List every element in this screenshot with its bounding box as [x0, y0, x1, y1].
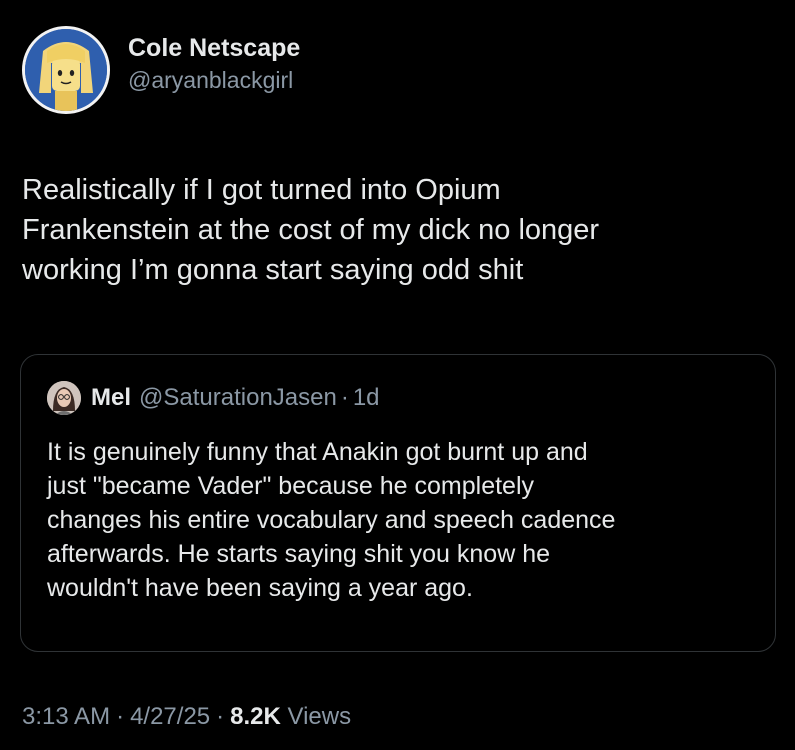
metadata-separator: ·: [216, 703, 225, 730]
quote-timestamp[interactable]: 1d: [353, 383, 380, 413]
profile-photo-icon: [47, 381, 81, 415]
author-names: Cole Netscape @aryanblackgirl: [128, 33, 300, 95]
tweet-text: Realistically if I got turned into Opium…: [22, 174, 600, 286]
quoted-tweet-header: Mel @SaturationJasen · 1d: [47, 381, 380, 415]
quote-separator: ·: [340, 384, 349, 411]
post-time[interactable]: 3:13 AM: [22, 703, 110, 730]
author-avatar[interactable]: [22, 26, 110, 114]
quoted-tweet-text: It is genuinely funny that Anakin got bu…: [47, 438, 616, 602]
quoted-tweet[interactable]: Mel @SaturationJasen · 1d It is genuinel…: [20, 354, 776, 652]
quote-author-handle[interactable]: @SaturationJasen: [139, 383, 337, 413]
author-display-name[interactable]: Cole Netscape: [128, 33, 300, 63]
views-count[interactable]: 8.2K: [230, 703, 281, 730]
tweet-metadata: 3:13 AM · 4/27/25 · 8.2K Views: [22, 702, 351, 732]
lego-minifigure-icon: [25, 29, 107, 111]
views-label: Views: [287, 703, 352, 730]
author-handle[interactable]: @aryanblackgirl: [128, 65, 300, 95]
quote-author-avatar[interactable]: [47, 381, 81, 415]
quote-author-name[interactable]: Mel: [91, 383, 131, 413]
tweet-header: Cole Netscape @aryanblackgirl: [22, 26, 300, 114]
tweet-card: Cole Netscape @aryanblackgirl Realistica…: [0, 0, 795, 750]
post-date[interactable]: 4/27/25: [130, 703, 210, 730]
metadata-separator: ·: [116, 703, 125, 730]
